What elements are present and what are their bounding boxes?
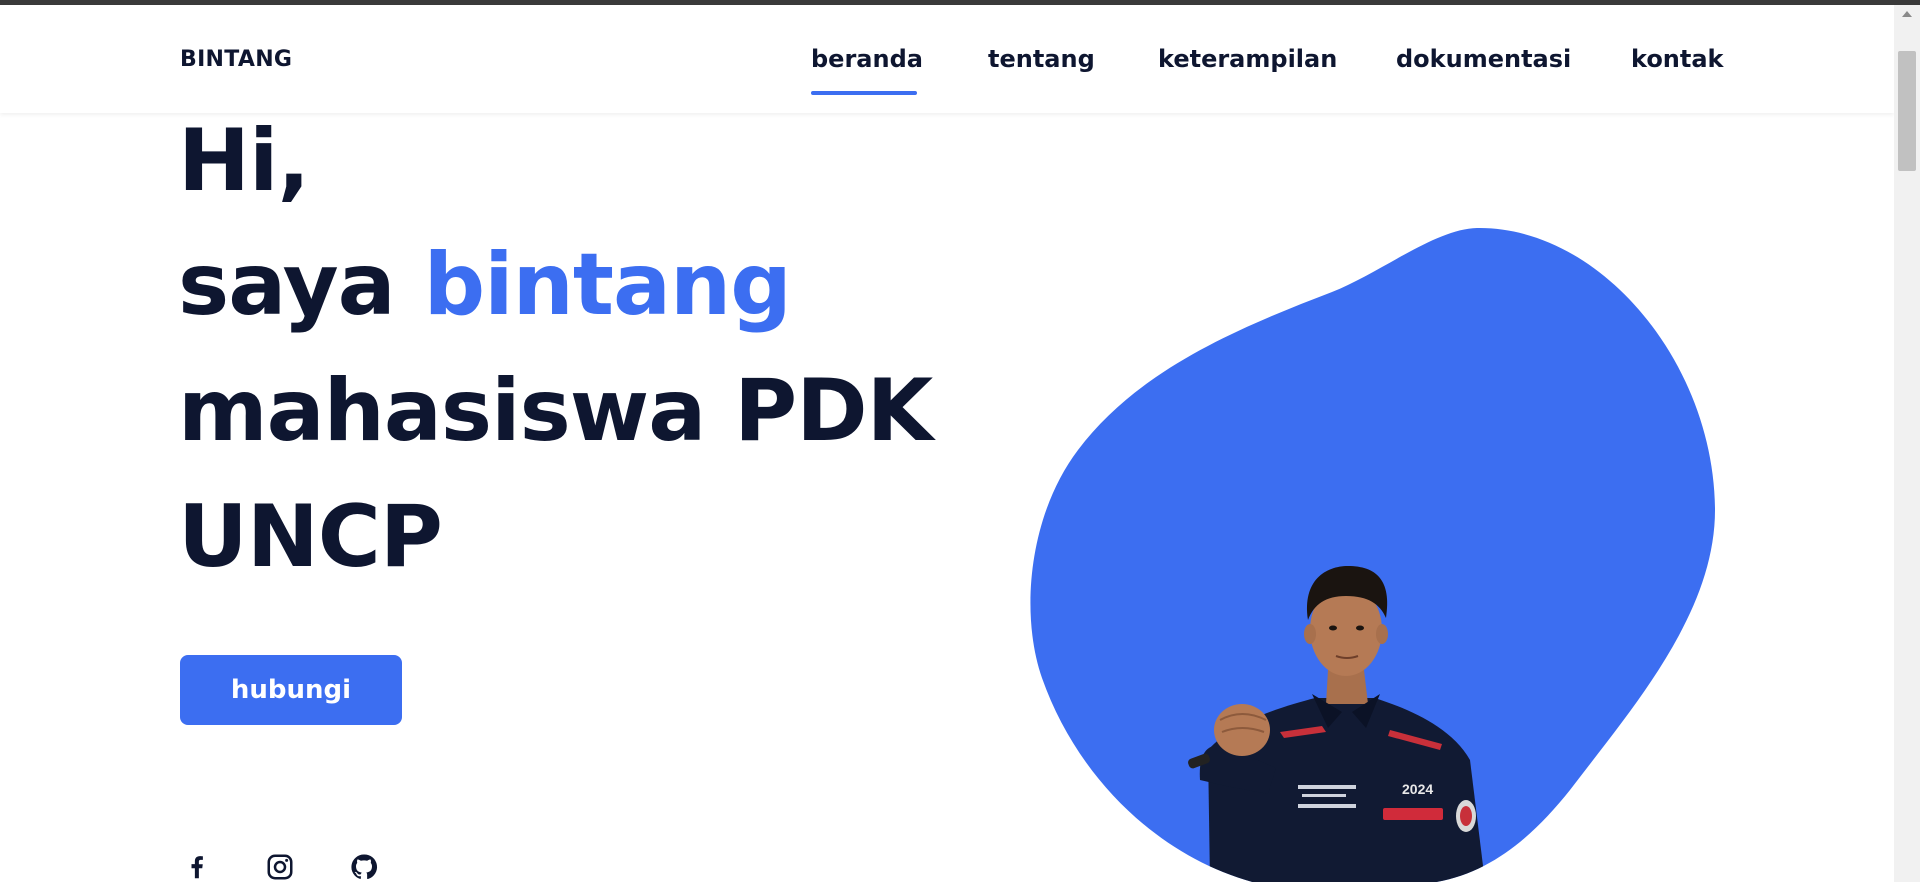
instagram-icon	[267, 854, 293, 880]
facebook-link[interactable]	[182, 852, 214, 882]
nav-item-kontak[interactable]: kontak	[1631, 45, 1724, 73]
nav-item-tentang[interactable]: tentang	[988, 45, 1095, 73]
scrollbar-thumb[interactable]	[1898, 51, 1916, 171]
hero-blob-shape: 2024	[1030, 227, 1716, 882]
facebook-icon	[191, 856, 203, 879]
hero-name-highlight: bintang	[423, 235, 792, 335]
hero-intro: saya bintang	[178, 242, 792, 328]
site-logo[interactable]: BINTANG	[180, 47, 292, 72]
hero-blob: 2024	[1030, 220, 1720, 882]
nav-item-beranda[interactable]: beranda	[811, 45, 923, 73]
scroll-up-icon[interactable]	[1902, 11, 1912, 17]
contact-button[interactable]: hubungi	[180, 655, 402, 725]
nav-active-underline	[811, 91, 917, 95]
github-icon	[351, 854, 378, 880]
hero-institution: UNCP	[178, 487, 443, 587]
jacket-year-text: 2024	[1402, 781, 1433, 797]
instagram-link[interactable]	[265, 852, 297, 882]
nav-item-dokumentasi[interactable]: dokumentasi	[1396, 45, 1571, 73]
page-scrollbar[interactable]	[1894, 5, 1920, 882]
nav-item-keterampilan[interactable]: keterampilan	[1158, 45, 1337, 73]
hero-role: mahasiswa PDK	[178, 361, 933, 461]
site-header: BINTANG beranda tentang keterampilan dok…	[0, 5, 1894, 113]
hero-intro-prefix: saya	[178, 235, 396, 335]
hero-greeting: Hi,	[178, 111, 310, 211]
github-link[interactable]	[349, 852, 381, 882]
